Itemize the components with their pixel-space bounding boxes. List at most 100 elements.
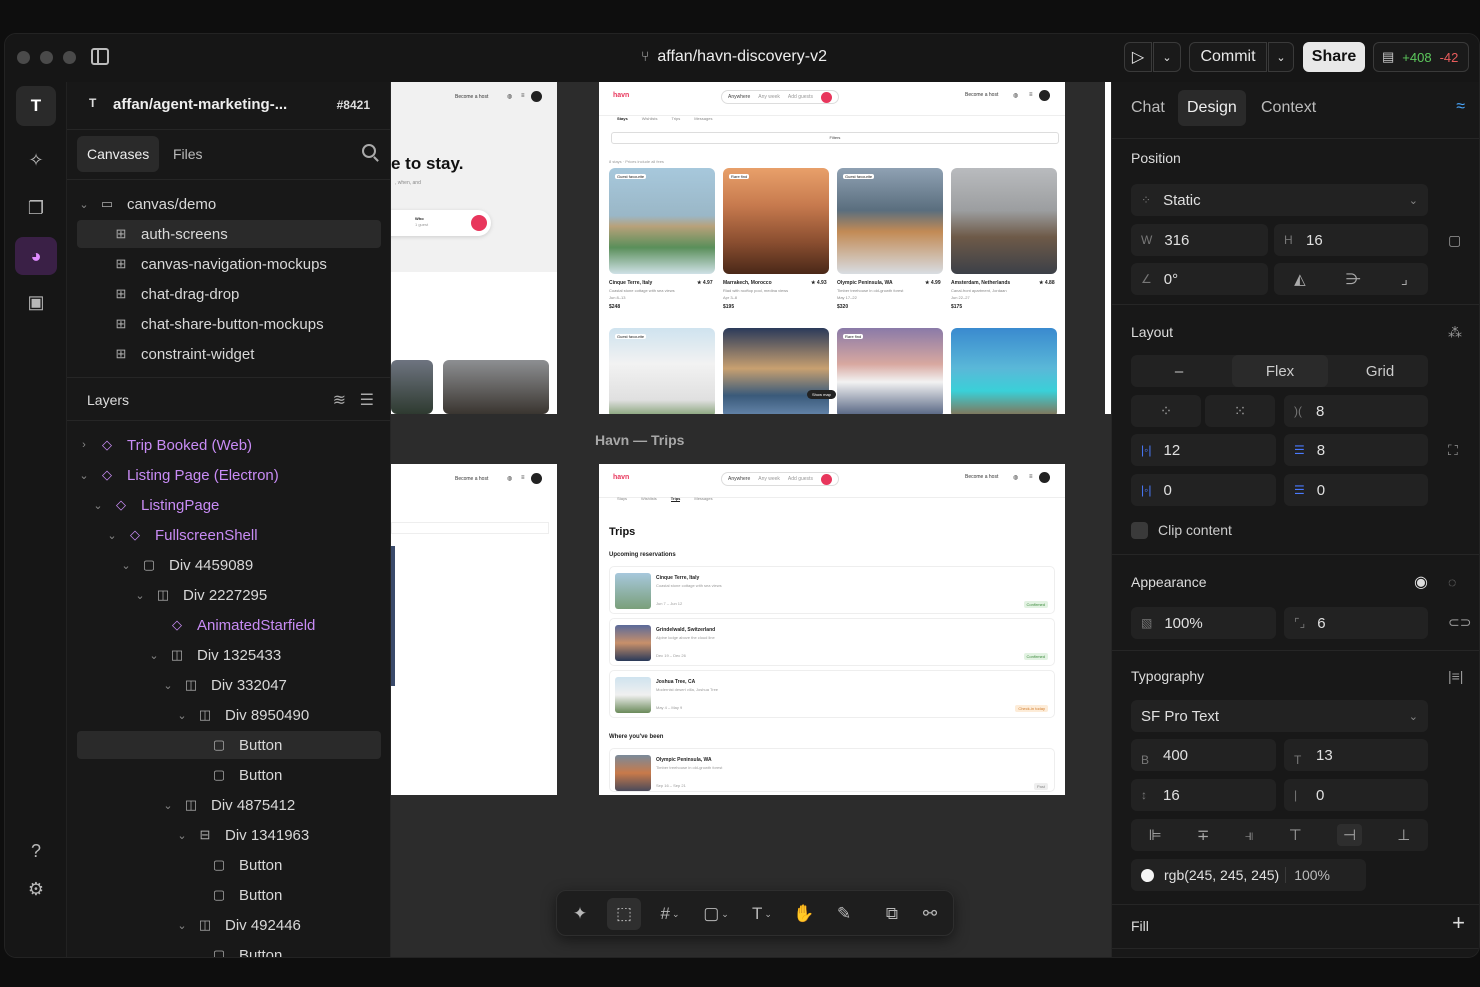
layout-grid-icon[interactable]: ⁂ bbox=[1448, 324, 1462, 341]
add-fill-plus-icon[interactable]: + bbox=[1452, 910, 1465, 936]
align-top-icon[interactable]: ⊤ bbox=[1289, 826, 1302, 844]
canvas-item[interactable]: ⊞ auth-screens bbox=[77, 220, 381, 248]
padding-left-field[interactable]: |◦| 0 bbox=[1131, 474, 1276, 506]
font-size-field[interactable]: T 13 bbox=[1284, 739, 1428, 771]
storybook-icon[interactable]: ▣ bbox=[23, 289, 49, 315]
shape-tool-icon[interactable]: ▢ ⌄ bbox=[695, 898, 737, 930]
canvas-folder[interactable]: ⌄ ▭ canvas/demo bbox=[77, 190, 381, 218]
text-color-field[interactable]: rgb(245, 245, 245) 100% bbox=[1131, 859, 1366, 891]
layer-row[interactable]: ▢ Button bbox=[77, 941, 381, 958]
search-pill[interactable]: Anywhere Any week Add guests bbox=[721, 90, 839, 104]
text-tool-icon[interactable]: T ⌄ bbox=[741, 898, 783, 930]
padding-vertical-field[interactable]: ☰ 8 bbox=[1284, 434, 1428, 466]
play-button[interactable]: ▷ bbox=[1124, 42, 1152, 72]
search-icon[interactable] bbox=[362, 144, 376, 158]
gap-field[interactable]: )( 8 bbox=[1284, 395, 1428, 427]
layout-grid-option[interactable]: Grid bbox=[1332, 355, 1428, 387]
layer-row[interactable]: ⌄ ◇ Listing Page (Electron) bbox=[77, 461, 381, 489]
search-pill[interactable]: Anywhere Any week Add guests bbox=[721, 472, 839, 486]
reservation-card[interactable]: Grindelwald, Switzerland Alpine lodge ab… bbox=[609, 618, 1055, 666]
canvas-item[interactable]: ⊞ constraint-widget bbox=[77, 340, 381, 368]
filters-bar[interactable]: Filters bbox=[611, 132, 1059, 144]
play-options-chevron-icon[interactable]: ⌄ bbox=[1153, 42, 1181, 72]
layer-row[interactable]: ⌄ ◫ Div 1325433 bbox=[77, 641, 381, 669]
component-tool-icon[interactable]: ⧉ bbox=[875, 898, 909, 930]
opacity-field[interactable]: ▧ 100% bbox=[1131, 607, 1276, 639]
close-window-button[interactable] bbox=[17, 51, 30, 64]
tab-files[interactable]: Files bbox=[163, 136, 213, 172]
tab-chat[interactable]: Chat bbox=[1122, 90, 1174, 126]
project-header[interactable]: T affan/agent-marketing-... #8421 bbox=[67, 82, 390, 130]
height-field[interactable]: H 16 bbox=[1274, 224, 1428, 256]
align-middle-icon[interactable]: ⊣ bbox=[1337, 824, 1363, 846]
layers-menu-icon[interactable]: ☰ bbox=[360, 390, 374, 410]
layer-row[interactable]: ⌄ ◫ Div 4875412 bbox=[77, 791, 381, 819]
layer-row[interactable]: ⌄ ◫ Div 332047 bbox=[77, 671, 381, 699]
visibility-eye-icon[interactable]: ◉ bbox=[1414, 572, 1428, 592]
padding-horizontal-field[interactable]: |◦| 12 bbox=[1131, 434, 1276, 466]
layer-row[interactable]: ⌄ ▢ Div 4459089 bbox=[77, 551, 381, 579]
layer-row[interactable]: ⌄ ◫ Div 492446 bbox=[77, 911, 381, 939]
align-bottom-icon[interactable]: ⊥ bbox=[1397, 826, 1410, 844]
collapse-layers-icon[interactable]: ≋ bbox=[333, 390, 346, 410]
canvas-item[interactable]: ⊞ chat-drag-drop bbox=[77, 280, 381, 308]
layer-row[interactable]: ▢ Button bbox=[77, 731, 381, 759]
help-icon[interactable]: ? bbox=[23, 838, 49, 864]
layer-row[interactable]: ⌄ ◫ Div 2227295 bbox=[77, 581, 381, 609]
reservation-card[interactable]: Cinque Terre, Italy Coastal stone cottag… bbox=[609, 566, 1055, 614]
expand-padding-icon[interactable]: ⛶ bbox=[1448, 442, 1458, 459]
direction-horizontal-button[interactable]: ⁘ bbox=[1131, 395, 1201, 427]
layer-row[interactable]: ⌄ ◇ ListingPage bbox=[77, 491, 381, 519]
ai-sparkle-tool-icon[interactable]: ✦ bbox=[563, 898, 597, 930]
listing-frame[interactable]: havn Anywhere Any week Add guests Become… bbox=[599, 82, 1065, 414]
search-button[interactable] bbox=[471, 215, 487, 231]
width-field[interactable]: W 316 bbox=[1131, 224, 1268, 256]
tab-design[interactable]: Design bbox=[1178, 90, 1246, 126]
connector-tool-icon[interactable]: ⚯ bbox=[913, 898, 947, 930]
pill-search-button[interactable] bbox=[820, 473, 832, 485]
pill-search-button[interactable] bbox=[820, 91, 832, 103]
trips-frame-left[interactable]: Become a host ◍ ≡ bbox=[391, 464, 557, 795]
document-icon[interactable]: ❐ bbox=[23, 195, 49, 221]
canvas-item[interactable]: ⊞ chat-share-button-mockups bbox=[77, 310, 381, 338]
layer-row[interactable]: ⌄ ◇ FullscreenShell bbox=[77, 521, 381, 549]
chat-sparkle-icon[interactable]: ✧ bbox=[23, 147, 49, 173]
layout-flex-option[interactable]: Flex bbox=[1232, 355, 1328, 387]
direction-vertical-button[interactable]: ⁙ bbox=[1205, 395, 1275, 427]
show-map-button[interactable]: Show map bbox=[807, 390, 836, 399]
commit-options-chevron-icon[interactable]: ⌄ bbox=[1268, 42, 1294, 72]
layer-row[interactable]: ▢ Button bbox=[77, 761, 381, 789]
tab-context[interactable]: Context bbox=[1252, 90, 1325, 126]
tab-canvases[interactable]: Canvases bbox=[77, 136, 160, 172]
pen-tool-icon[interactable]: ✎ bbox=[827, 898, 861, 930]
canvas-item[interactable]: ⊞ canvas-navigation-mockups bbox=[77, 250, 381, 278]
sync-icon[interactable]: ≈ bbox=[1456, 98, 1465, 116]
text-style-icon[interactable]: |≡| bbox=[1448, 668, 1463, 684]
layout-none-option[interactable]: – bbox=[1131, 355, 1227, 387]
flip-vertical-icon[interactable]: ⋺ bbox=[1346, 270, 1361, 288]
past-trip-card[interactable]: Olympic Peninsula, WA Timber treehouse i… bbox=[609, 748, 1055, 792]
workspace-button[interactable]: T bbox=[16, 86, 56, 126]
color-swatch[interactable] bbox=[1141, 868, 1154, 882]
font-family-select[interactable]: SF Pro Text ⌄ bbox=[1131, 700, 1428, 732]
padding-top-field[interactable]: ☰ 0 bbox=[1284, 474, 1428, 506]
diff-stats-button[interactable]: ▤ +408 -42 bbox=[1373, 42, 1469, 72]
share-button[interactable]: Share bbox=[1303, 42, 1365, 72]
sidebar-toggle-icon[interactable] bbox=[91, 48, 109, 65]
link-corners-icon[interactable]: ⊂⊃ bbox=[1448, 614, 1471, 631]
layer-row[interactable]: ▢ Button bbox=[77, 851, 381, 879]
rotation-field[interactable]: ∠ 0° bbox=[1131, 263, 1268, 295]
align-left-icon[interactable]: ⊫ bbox=[1149, 826, 1162, 844]
layer-row[interactable]: ◇ AnimatedStarfield bbox=[77, 611, 381, 639]
listing-frame-left[interactable]: Become a host ◍ ≡ e to stay. , when, and… bbox=[391, 82, 557, 414]
commit-button[interactable]: Commit bbox=[1189, 42, 1267, 72]
palette-icon[interactable]: ◕ bbox=[15, 237, 57, 275]
align-right-icon[interactable]: ⫣ bbox=[1245, 827, 1254, 844]
aspect-ratio-icon[interactable]: ▢ bbox=[1448, 232, 1461, 249]
corner-icon[interactable]: ⌟ bbox=[1401, 270, 1408, 288]
font-weight-field[interactable]: B 400 bbox=[1131, 739, 1276, 771]
blend-mode-icon[interactable]: ◌ bbox=[1448, 574, 1456, 590]
position-mode-select[interactable]: ⁘ Static ⌄ bbox=[1131, 184, 1428, 216]
reservation-card[interactable]: Joshua Tree, CA Modernist desert villa, … bbox=[609, 670, 1055, 718]
select-tool-icon[interactable]: ⬚ bbox=[607, 898, 641, 930]
